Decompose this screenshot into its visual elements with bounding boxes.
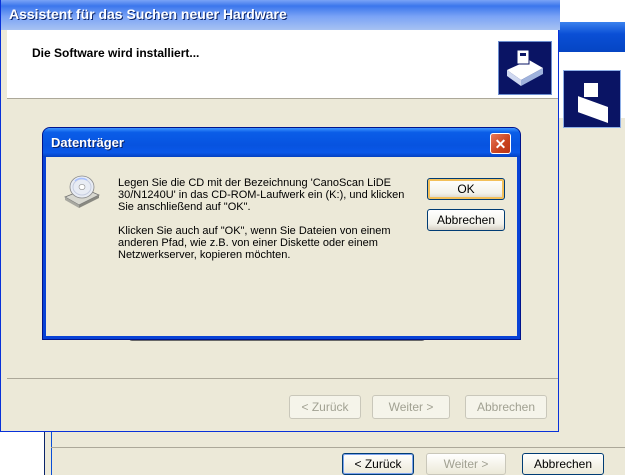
ok-button[interactable]: OK [427, 178, 505, 200]
wizard-step-title: Die Software wird installiert... [32, 46, 200, 60]
background-wizard-separator [51, 447, 625, 448]
dialog-message-other-path: Klicken Sie auch auf "OK", wenn Sie Date… [118, 225, 391, 261]
background-back-button[interactable]: < Zurück [342, 453, 414, 475]
wizard-title: Assistent für das Suchen neuer Hardware [9, 6, 287, 22]
back-button[interactable]: < Zurück [289, 395, 361, 419]
wizard-titlebar[interactable]: Assistent für das Suchen neuer Hardware [1, 0, 560, 30]
dialog-message: Legen Sie die CD mit der Bezeichnung 'Ca… [118, 177, 408, 273]
background-next-button[interactable]: Weiter > [426, 453, 506, 475]
disk-dialog: Datenträger ✕ Legen Sie die CD mit der B… [43, 128, 520, 339]
dialog-titlebar[interactable]: Datenträger ✕ [43, 128, 520, 157]
hardware-icon [563, 70, 621, 128]
next-button[interactable]: Weiter > [372, 395, 450, 419]
cancel-button[interactable]: Abbrechen [465, 395, 547, 419]
cd-drive-icon [63, 173, 101, 209]
dialog-message-insert-cd: Legen Sie die CD mit der Bezeichnung 'Ca… [118, 177, 405, 213]
dialog-cancel-button[interactable]: Abbrechen [427, 209, 505, 231]
close-icon[interactable]: ✕ [490, 133, 511, 154]
dialog-title: Datenträger [51, 135, 124, 150]
wizard-header: Die Software wird installiert... [7, 30, 558, 99]
background-cancel-button[interactable]: Abbrechen [522, 453, 604, 475]
hardware-icon [498, 41, 552, 95]
wizard-separator [7, 378, 558, 379]
